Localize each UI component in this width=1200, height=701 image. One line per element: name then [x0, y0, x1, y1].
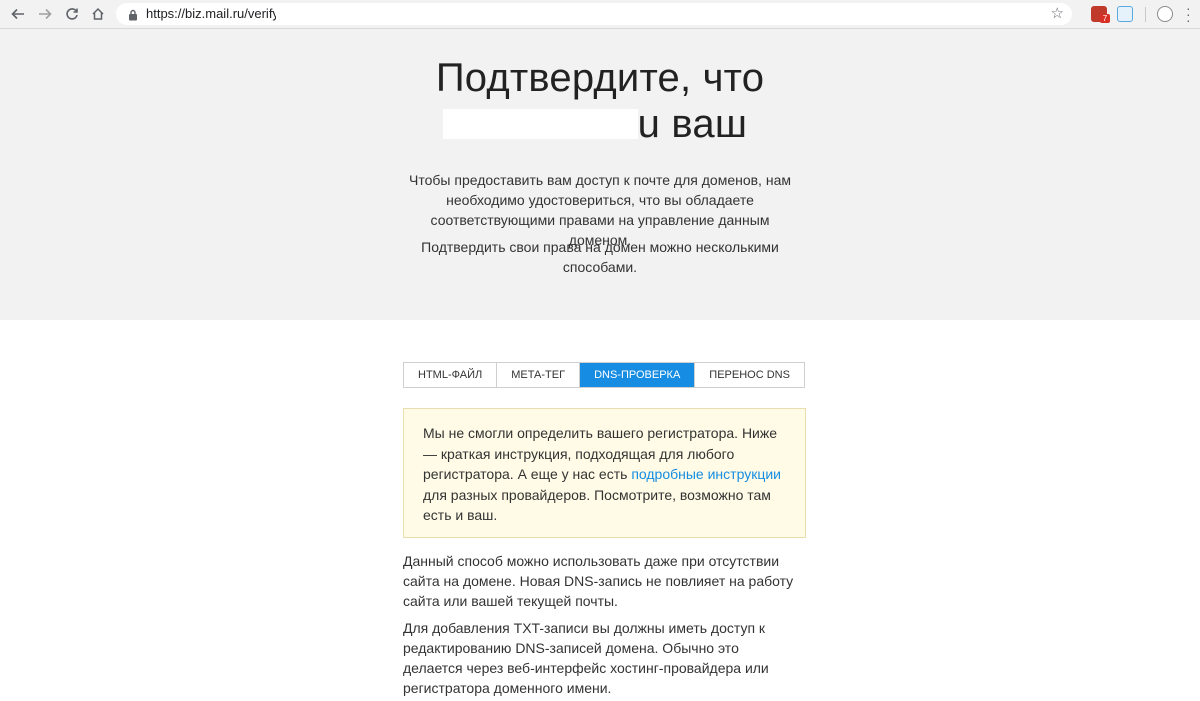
hero-section: Подтвердите, что .ru ваш Чтобы предостав… [0, 29, 1200, 320]
tab-dns-check[interactable]: DNS-ПРОВЕРКА [580, 363, 696, 387]
redacted-mask [276, 5, 356, 23]
url-text: https://biz.mail.ru/verify [146, 6, 279, 21]
hero-methods-note: Подтвердить свои права на домен можно не… [421, 239, 779, 275]
notice-text-end: для разных провайдеров. Посмотрите, возм… [423, 486, 771, 524]
tab-html-file[interactable]: HTML-ФАЙЛ [404, 363, 498, 387]
back-arrow-icon[interactable] [9, 5, 27, 23]
menu-dots-icon[interactable]: · · · [1186, 1, 1191, 27]
detailed-instructions-link[interactable]: подробные инструкции [631, 466, 781, 482]
registrar-notice: Мы не смогли определить вашего регистрат… [403, 408, 806, 538]
address-bar[interactable]: https://biz.mail.ru/verify ☆ [116, 3, 1072, 25]
redacted-domain-mask [443, 109, 638, 139]
bookmark-star-icon[interactable]: ☆ [1051, 4, 1064, 22]
dns-method-description: Данный способ можно использовать даже пр… [403, 553, 794, 609]
home-icon[interactable] [89, 5, 107, 23]
extension-badge: 7 [1100, 14, 1110, 23]
extension-icon[interactable] [1117, 6, 1133, 22]
forward-arrow-icon[interactable] [36, 5, 54, 23]
lock-icon [128, 8, 138, 26]
reload-icon[interactable] [63, 5, 81, 23]
tab-meta-tag[interactable]: МЕТА-ТЕГ [497, 363, 581, 387]
page-title-line1: Подтвердите, что [435, 56, 765, 100]
toolbar-divider [1145, 7, 1146, 22]
profile-avatar-icon[interactable] [1157, 6, 1173, 22]
browser-toolbar: https://biz.mail.ru/verify ☆ 7 · · · [0, 0, 1200, 29]
tab-dns-transfer[interactable]: ПЕРЕНОС DNS [695, 363, 804, 387]
txt-record-requirements: Для добавления TXT-записи вы должны имет… [403, 620, 769, 696]
verification-tabs: HTML-ФАЙЛ МЕТА-ТЕГ DNS-ПРОВЕРКА ПЕРЕНОС … [403, 362, 805, 388]
